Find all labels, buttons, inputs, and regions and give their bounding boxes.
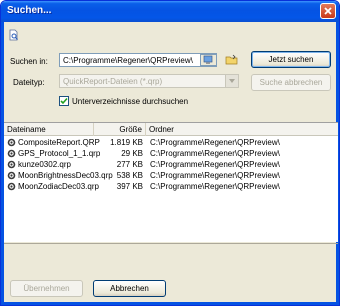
frame-bottom	[1, 302, 339, 305]
subdirs-checkbox[interactable]	[59, 96, 69, 106]
chevron-down-icon	[229, 79, 235, 83]
filetype-select[interactable]: QuickReport-Dateien (*.qrp)	[59, 74, 239, 88]
search-now-button[interactable]: Jetzt suchen	[251, 51, 331, 68]
table-row[interactable]: MoonBrightnessDec03.qrp 538 KB C:\Progra…	[4, 170, 338, 181]
browse-computer-icon	[203, 55, 213, 64]
list-header: Dateiname Größe Ordner	[4, 123, 338, 136]
row-folder: C:\Programme\Regener\QRPreview\	[150, 160, 280, 169]
row-size: 29 KB	[121, 149, 143, 158]
filetype-value: QuickReport-Dateien (*.qrp)	[63, 77, 163, 86]
qrp-file-icon	[7, 160, 16, 169]
window-title: Suchen...	[7, 5, 52, 16]
table-row[interactable]: GPS_Protocol_1_1.qrp 29 KB C:\Programme\…	[4, 148, 338, 159]
qrp-file-icon	[7, 138, 16, 147]
folder-icon[interactable]	[225, 54, 239, 66]
row-size: 277 KB	[116, 160, 143, 169]
cancel-button[interactable]: Abbrechen	[93, 280, 166, 297]
search-in-field[interactable]: C:\Programme\Regener\QRPreview\	[59, 53, 217, 67]
table-row[interactable]: MoonZodiacDec03.qrp 397 KB C:\Programme\…	[4, 181, 338, 192]
checkmark-icon	[60, 97, 68, 105]
row-filename: GPS_Protocol_1_1.qrp	[18, 149, 101, 158]
filetype-dropdown-arrow[interactable]	[225, 75, 238, 87]
filetype-label: Dateityp:	[13, 78, 45, 87]
row-filename: kunze0302.qrp	[18, 160, 71, 169]
cancel-search-button[interactable]: Suche abbrechen	[251, 74, 331, 91]
title-bar[interactable]: Suchen...	[1, 1, 339, 22]
row-folder: C:\Programme\Regener\QRPreview\	[150, 182, 280, 191]
close-icon	[324, 7, 332, 15]
close-button[interactable]	[320, 3, 336, 19]
column-header-name[interactable]: Dateiname	[4, 123, 94, 136]
search-dialog: Suchen... Suchen in: C:\Programme\Regene…	[0, 0, 340, 306]
row-size: 1.819 KB	[110, 138, 143, 147]
row-folder: C:\Programme\Regener\QRPreview\	[150, 138, 280, 147]
apply-button[interactable]: Übernehmen	[10, 280, 83, 297]
row-size: 397 KB	[116, 182, 143, 191]
qrp-file-icon	[7, 182, 16, 191]
column-header-size[interactable]: Größe	[94, 123, 146, 136]
table-row[interactable]: kunze0302.qrp 277 KB C:\Programme\Regene…	[4, 159, 338, 170]
search-in-label: Suchen in:	[10, 57, 48, 66]
qrp-file-icon	[7, 149, 16, 158]
row-filename: MoonZodiacDec03.qrp	[18, 182, 99, 191]
row-filename: CompositeReport.QRP	[18, 138, 100, 147]
row-size: 538 KB	[116, 171, 143, 180]
bottom-separator	[4, 243, 338, 244]
qrp-file-icon	[7, 171, 16, 180]
table-row[interactable]: CompositeReport.QRP 1.819 KB C:\Programm…	[4, 137, 338, 148]
column-header-folder[interactable]: Ordner	[146, 123, 338, 136]
subdirs-label: Unterverzeichnisse durchsuchen	[72, 97, 189, 106]
search-in-value: C:\Programme\Regener\QRPreview\	[63, 56, 193, 65]
browse-computer-button[interactable]	[200, 54, 217, 66]
results-list[interactable]: Dateiname Größe Ordner CompositeReport.Q…	[4, 122, 338, 242]
document-search-icon	[9, 29, 18, 41]
row-folder: C:\Programme\Regener\QRPreview\	[150, 149, 280, 158]
row-folder: C:\Programme\Regener\QRPreview\	[150, 171, 280, 180]
